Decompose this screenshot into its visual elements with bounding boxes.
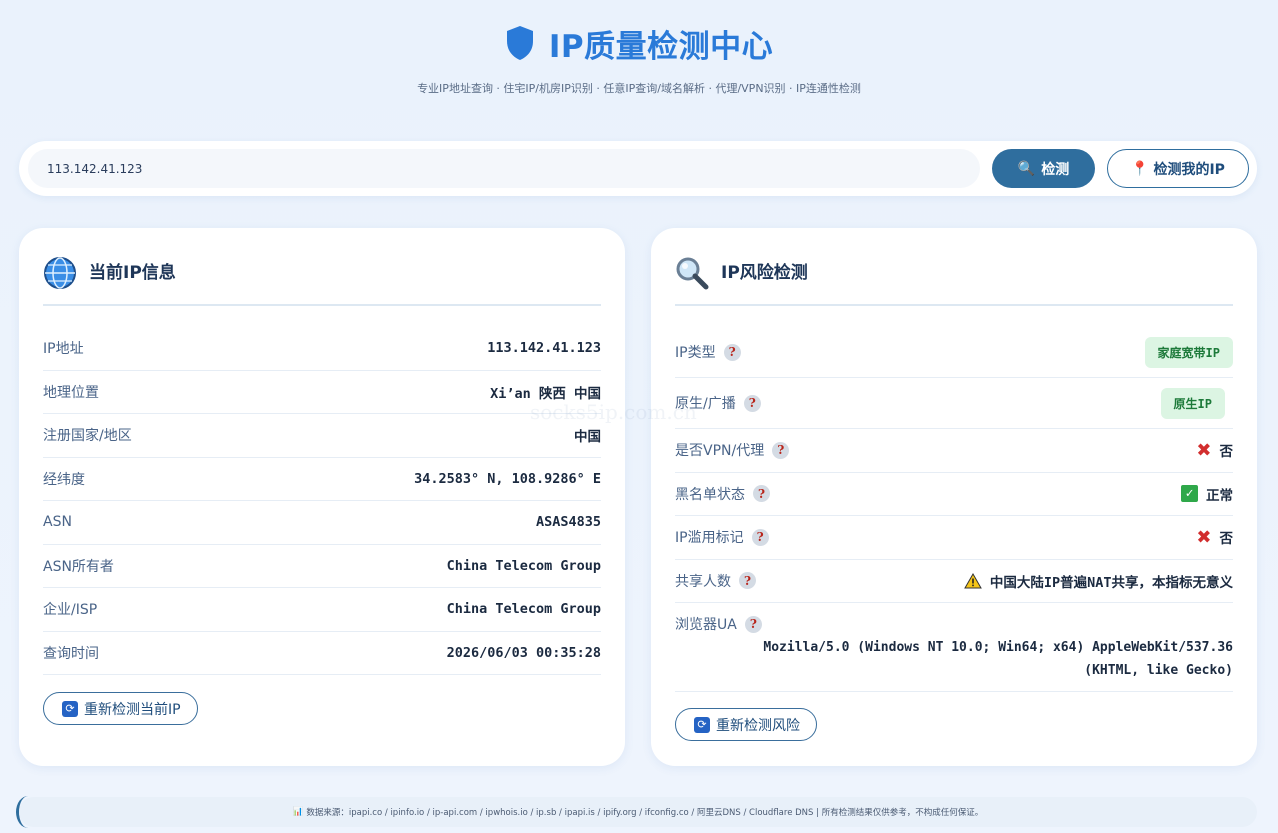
table-row: ASN ASAS4835 bbox=[43, 501, 601, 545]
ip-risk-title: IP风险检测 bbox=[721, 263, 808, 283]
current-ip-rows: IP地址 113.142.41.123 地理位置 Xi’an 陕西 中国 注册国… bbox=[43, 327, 601, 675]
recheck-risk-label: 重新检测风险 bbox=[716, 717, 800, 734]
blacklist-label: 黑名单状态 bbox=[675, 486, 745, 503]
help-icon[interactable]: ? bbox=[739, 572, 756, 590]
table-row: 查询时间 2026/06/03 00:35:28 bbox=[43, 632, 601, 675]
chart-icon: 📊 bbox=[292, 807, 304, 817]
risk-rows: IP类型 ? 家庭宽带IP 原生/广播 ? 原生IP 是否VPN/代理 ? ✖ … bbox=[675, 327, 1233, 692]
table-row: 原生/广播 ? 原生IP bbox=[675, 378, 1233, 429]
row-value: ✖ 否 bbox=[1196, 527, 1233, 548]
check-icon: ✓ bbox=[1181, 485, 1198, 503]
ua-label: 浏览器UA bbox=[675, 617, 737, 633]
row-value: ✓ 正常 bbox=[1181, 484, 1233, 504]
title-row: IP质量检测中心 bbox=[0, 20, 1278, 66]
recheck-risk-button[interactable]: ⟳ 重新检测风险 bbox=[675, 708, 817, 741]
table-row: 共享人数 ? 中国大陆IP普遍NAT共享，本指标无意义 bbox=[675, 560, 1233, 603]
shared-label: 共享人数 bbox=[675, 573, 731, 590]
page-title: IP质量检测中心 bbox=[548, 28, 774, 65]
blacklist-value: 正常 bbox=[1206, 487, 1233, 504]
row-label: 注册国家/地区 bbox=[43, 428, 132, 445]
help-icon[interactable]: ? bbox=[723, 343, 741, 361]
ip-search-input[interactable] bbox=[28, 149, 980, 188]
refresh-icon: ⟳ bbox=[694, 716, 710, 733]
shield-icon bbox=[506, 26, 533, 60]
table-row: IP滥用标记 ? ✖ 否 bbox=[675, 516, 1233, 560]
ip-type-label: IP类型 bbox=[675, 345, 716, 361]
row-label: 经纬度 bbox=[43, 471, 85, 488]
abuse-label: IP滥用标记 bbox=[675, 530, 744, 547]
ua-row: 浏览器UA ? Mozilla/5.0 (Windows NT 10.0; Wi… bbox=[675, 603, 1233, 692]
row-label: 原生/广播 ? bbox=[675, 393, 761, 413]
native-label: 原生/广播 bbox=[675, 396, 736, 412]
row-value: 2026/06/03 00:35:28 bbox=[446, 644, 601, 661]
row-label: 是否VPN/代理 ? bbox=[675, 440, 790, 460]
row-label: ASN bbox=[43, 514, 72, 531]
ua-line-1: Mozilla/5.0 (Windows NT 10.0; Win64; x64… bbox=[763, 640, 1233, 655]
help-icon[interactable]: ? bbox=[744, 615, 762, 633]
page-header: IP质量检测中心 专业IP地址查询 · 住宅IP/机房IP识别 · 任意IP查询… bbox=[0, 20, 1278, 96]
row-value: China Telecom Group bbox=[446, 557, 601, 574]
ip-type-badge: 家庭宽带IP bbox=[1144, 336, 1233, 368]
row-label: IP地址 bbox=[43, 341, 84, 358]
row-label: ASN所有者 bbox=[43, 558, 114, 575]
page-subtitle: 专业IP地址查询 · 住宅IP/机房IP识别 · 任意IP查询/域名解析 · 代… bbox=[417, 82, 861, 95]
row-value: ✖ 否 bbox=[1196, 440, 1233, 461]
row-value: 113.142.41.123 bbox=[487, 340, 601, 357]
pin-icon: 📍 bbox=[1131, 160, 1149, 177]
warning-icon bbox=[963, 572, 982, 589]
table-row: 注册国家/地区 中国 bbox=[43, 414, 601, 458]
ip-risk-header: IP风险检测 bbox=[675, 256, 1233, 306]
help-icon[interactable]: ? bbox=[753, 485, 770, 503]
help-icon[interactable]: ? bbox=[751, 528, 769, 546]
check-my-ip-button[interactable]: 📍 检测我的IP bbox=[1107, 149, 1249, 188]
row-label: IP类型 ? bbox=[675, 342, 741, 362]
abuse-value: 否 bbox=[1219, 531, 1234, 548]
recheck-current-ip-button[interactable]: ⟳ 重新检测当前IP bbox=[43, 692, 198, 725]
row-label: 企业/ISP bbox=[43, 602, 98, 619]
help-icon[interactable]: ? bbox=[772, 441, 790, 459]
magnifier-icon: 🔍 bbox=[1017, 160, 1036, 177]
vpn-label: 是否VPN/代理 bbox=[675, 443, 765, 460]
check-button-label: 检测 bbox=[1041, 161, 1070, 178]
check-button[interactable]: 🔍 检测 bbox=[992, 149, 1095, 188]
cross-icon: ✖ bbox=[1196, 439, 1212, 461]
row-value: 34.2583° N, 108.9286° E bbox=[414, 470, 601, 487]
table-row: 地理位置 Xi’an 陕西 中国 bbox=[43, 371, 601, 414]
table-row: IP地址 113.142.41.123 bbox=[43, 327, 601, 371]
table-row: 黑名单状态 ? ✓ 正常 bbox=[675, 473, 1233, 516]
table-row: 是否VPN/代理 ? ✖ 否 bbox=[675, 429, 1233, 473]
current-ip-header: 当前IP信息 bbox=[43, 256, 601, 306]
row-label: 黑名单状态 ? bbox=[675, 484, 770, 504]
row-value: Xi’an 陕西 中国 bbox=[490, 385, 601, 402]
vpn-value: 否 bbox=[1219, 444, 1234, 461]
row-value: China Telecom Group bbox=[446, 601, 601, 618]
refresh-icon: ⟳ bbox=[62, 700, 78, 717]
row-label: 浏览器UA ? bbox=[675, 614, 1233, 634]
recheck-current-ip-label: 重新检测当前IP bbox=[84, 701, 181, 718]
table-row: 经纬度 34.2583° N, 108.9286° E bbox=[43, 458, 601, 501]
row-label: 查询时间 bbox=[43, 645, 99, 662]
footer: 📊 数据来源：ipapi.co / ipinfo.io / ip-api.com… bbox=[19, 797, 1257, 827]
row-label: IP滥用标记 ? bbox=[675, 527, 769, 547]
ua-line-2: (KHTML, like Gecko) bbox=[1084, 663, 1233, 678]
table-row: IP类型 ? 家庭宽带IP bbox=[675, 327, 1233, 378]
row-label: 地理位置 bbox=[43, 384, 99, 401]
row-value: 中国 bbox=[574, 429, 601, 446]
row-value: 中国大陆IP普遍NAT共享，本指标无意义 bbox=[963, 571, 1233, 591]
help-icon[interactable]: ? bbox=[743, 394, 761, 412]
cross-icon: ✖ bbox=[1196, 526, 1212, 548]
magnifier-icon bbox=[676, 257, 709, 290]
ua-value: Mozilla/5.0 (Windows NT 10.0; Win64; x64… bbox=[675, 636, 1233, 682]
globe-icon bbox=[44, 257, 76, 289]
search-bar: 🔍 检测 📍 检测我的IP bbox=[19, 141, 1257, 196]
shared-value: 中国大陆IP普遍NAT共享，本指标无意义 bbox=[989, 574, 1233, 591]
current-ip-title: 当前IP信息 bbox=[89, 263, 176, 283]
footer-text: 数据来源：ipapi.co / ipinfo.io / ip-api.com /… bbox=[306, 808, 984, 818]
check-my-ip-label: 检测我的IP bbox=[1153, 161, 1225, 178]
native-badge: 原生IP bbox=[1160, 387, 1225, 419]
table-row: ASN所有者 China Telecom Group bbox=[43, 545, 601, 588]
row-label: 共享人数 ? bbox=[675, 571, 756, 591]
row-value: ASAS4835 bbox=[535, 514, 601, 531]
table-row: 企业/ISP China Telecom Group bbox=[43, 588, 601, 632]
